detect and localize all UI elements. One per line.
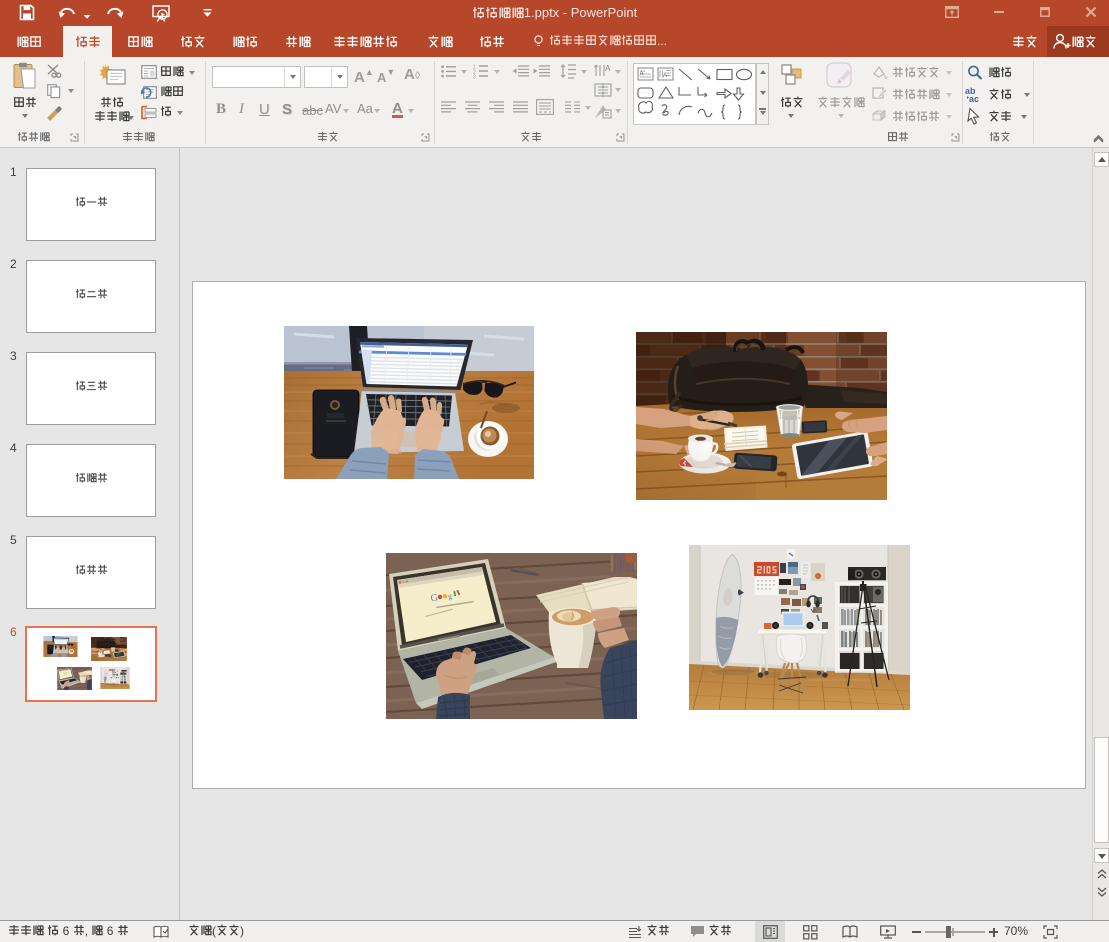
svg-text:3: 3 [473,75,476,81]
svg-text:A: A [605,64,611,73]
svg-text:ac: ac [969,94,979,104]
svg-text:A: A [640,72,644,78]
svg-text:A: A [663,73,667,79]
